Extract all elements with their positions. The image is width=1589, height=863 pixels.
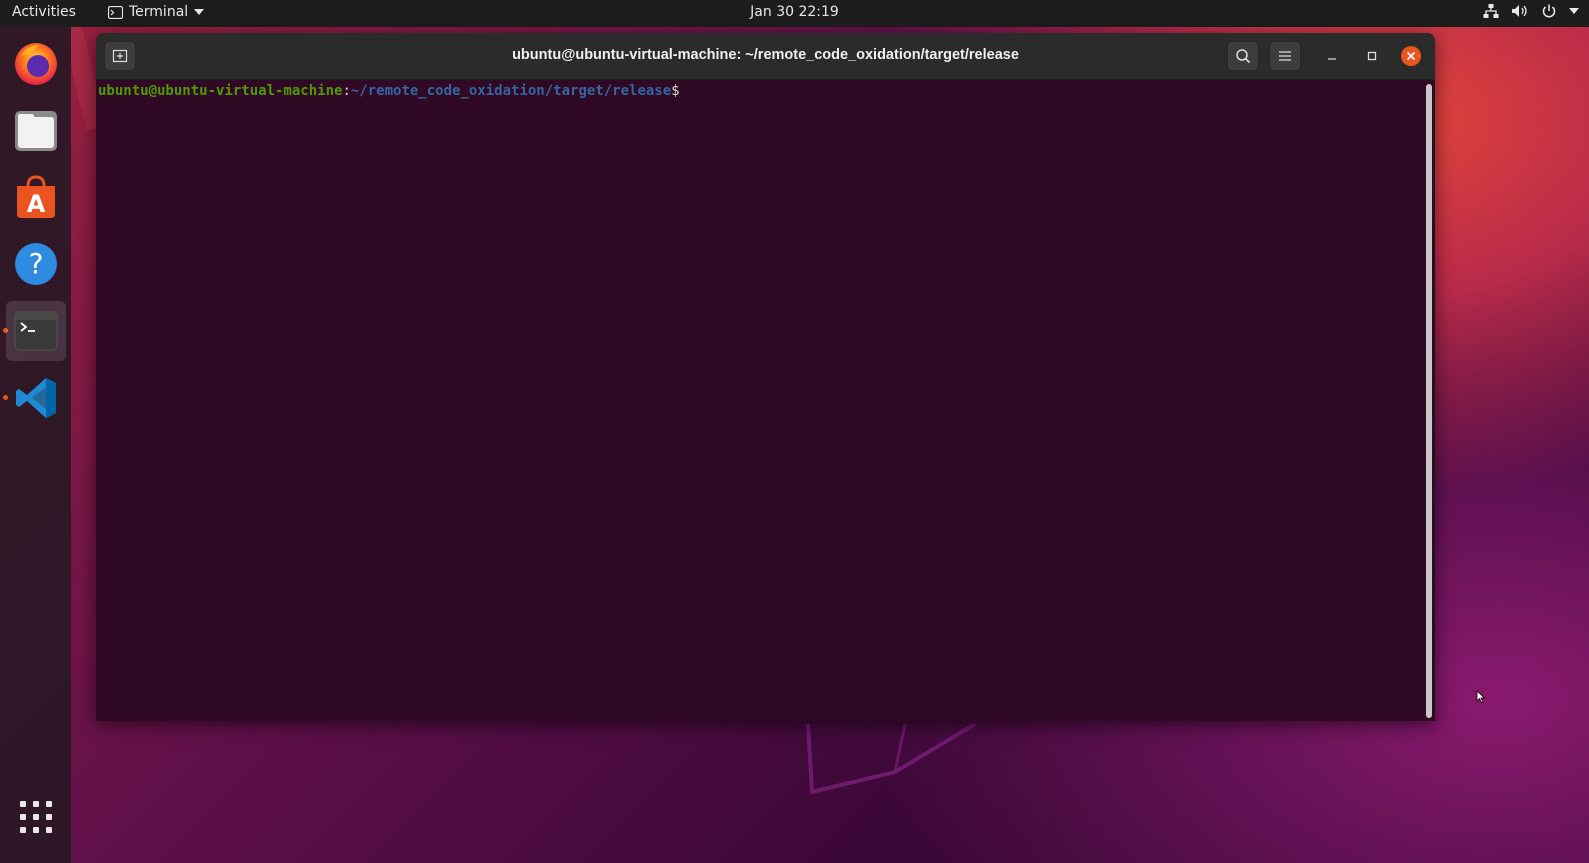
vscode-icon	[16, 378, 56, 418]
prompt-user: ubuntu@ubuntu-virtual-machine	[98, 83, 343, 99]
dock-vscode[interactable]	[6, 368, 66, 428]
software-store-icon: A	[17, 175, 55, 218]
grid-icon	[20, 801, 52, 833]
mouse-cursor-icon	[1476, 690, 1486, 704]
system-tray[interactable]	[1483, 3, 1579, 19]
prompt-symbol: $	[671, 83, 680, 99]
prompt-path: ~/remote_code_oxidation/target/release	[350, 83, 672, 99]
chevron-down-icon	[194, 9, 205, 15]
clock[interactable]: Jan 30 22:19	[750, 4, 839, 20]
help-icon: ?	[15, 243, 57, 285]
dock-terminal[interactable]	[6, 301, 66, 361]
close-button[interactable]	[1400, 45, 1422, 67]
dock-help[interactable]: ?	[6, 234, 66, 294]
show-applications-button[interactable]	[6, 787, 66, 847]
svg-text:A: A	[27, 190, 46, 218]
files-icon	[15, 111, 57, 151]
activities-button[interactable]: Activities	[12, 4, 76, 20]
minimize-icon	[1328, 58, 1336, 60]
close-icon	[1401, 46, 1421, 66]
volume-icon[interactable]	[1511, 3, 1529, 19]
terminal-window[interactable]: ubuntu@ubuntu-virtual-machine: ~/remote_…	[96, 33, 1435, 721]
hamburger-menu-icon	[1279, 51, 1291, 61]
search-button[interactable]	[1227, 41, 1259, 71]
header-bar[interactable]: ubuntu@ubuntu-virtual-machine: ~/remote_…	[96, 33, 1435, 80]
terminal-small-icon	[108, 5, 123, 19]
menu-button[interactable]	[1269, 41, 1301, 71]
firefox-icon	[15, 43, 57, 85]
app-menu[interactable]: Terminal	[108, 4, 205, 20]
search-icon	[1236, 49, 1251, 64]
svg-text:?: ?	[29, 247, 44, 280]
dock-firefox[interactable]	[6, 33, 66, 93]
minimize-button[interactable]	[1321, 45, 1343, 67]
chevron-down-icon[interactable]	[1569, 8, 1579, 14]
dock-files[interactable]	[6, 100, 66, 160]
shell-prompt: ubuntu@ubuntu-virtual-machine:~/remote_c…	[98, 82, 680, 100]
app-menu-label: Terminal	[129, 4, 189, 20]
maximize-button[interactable]	[1361, 45, 1383, 67]
power-icon[interactable]	[1541, 3, 1557, 19]
terminal-content[interactable]: ubuntu@ubuntu-virtual-machine:~/remote_c…	[96, 80, 1435, 721]
network-icon[interactable]	[1483, 3, 1499, 19]
top-bar: Activities Terminal Jan 30 22:19	[0, 0, 1589, 27]
prompt-colon: :	[342, 83, 351, 99]
dock-software[interactable]: A	[6, 167, 66, 227]
terminal-icon	[14, 311, 58, 351]
scrollbar[interactable]	[1426, 84, 1432, 718]
dock: A ?	[0, 27, 71, 863]
maximize-icon	[1367, 51, 1377, 61]
